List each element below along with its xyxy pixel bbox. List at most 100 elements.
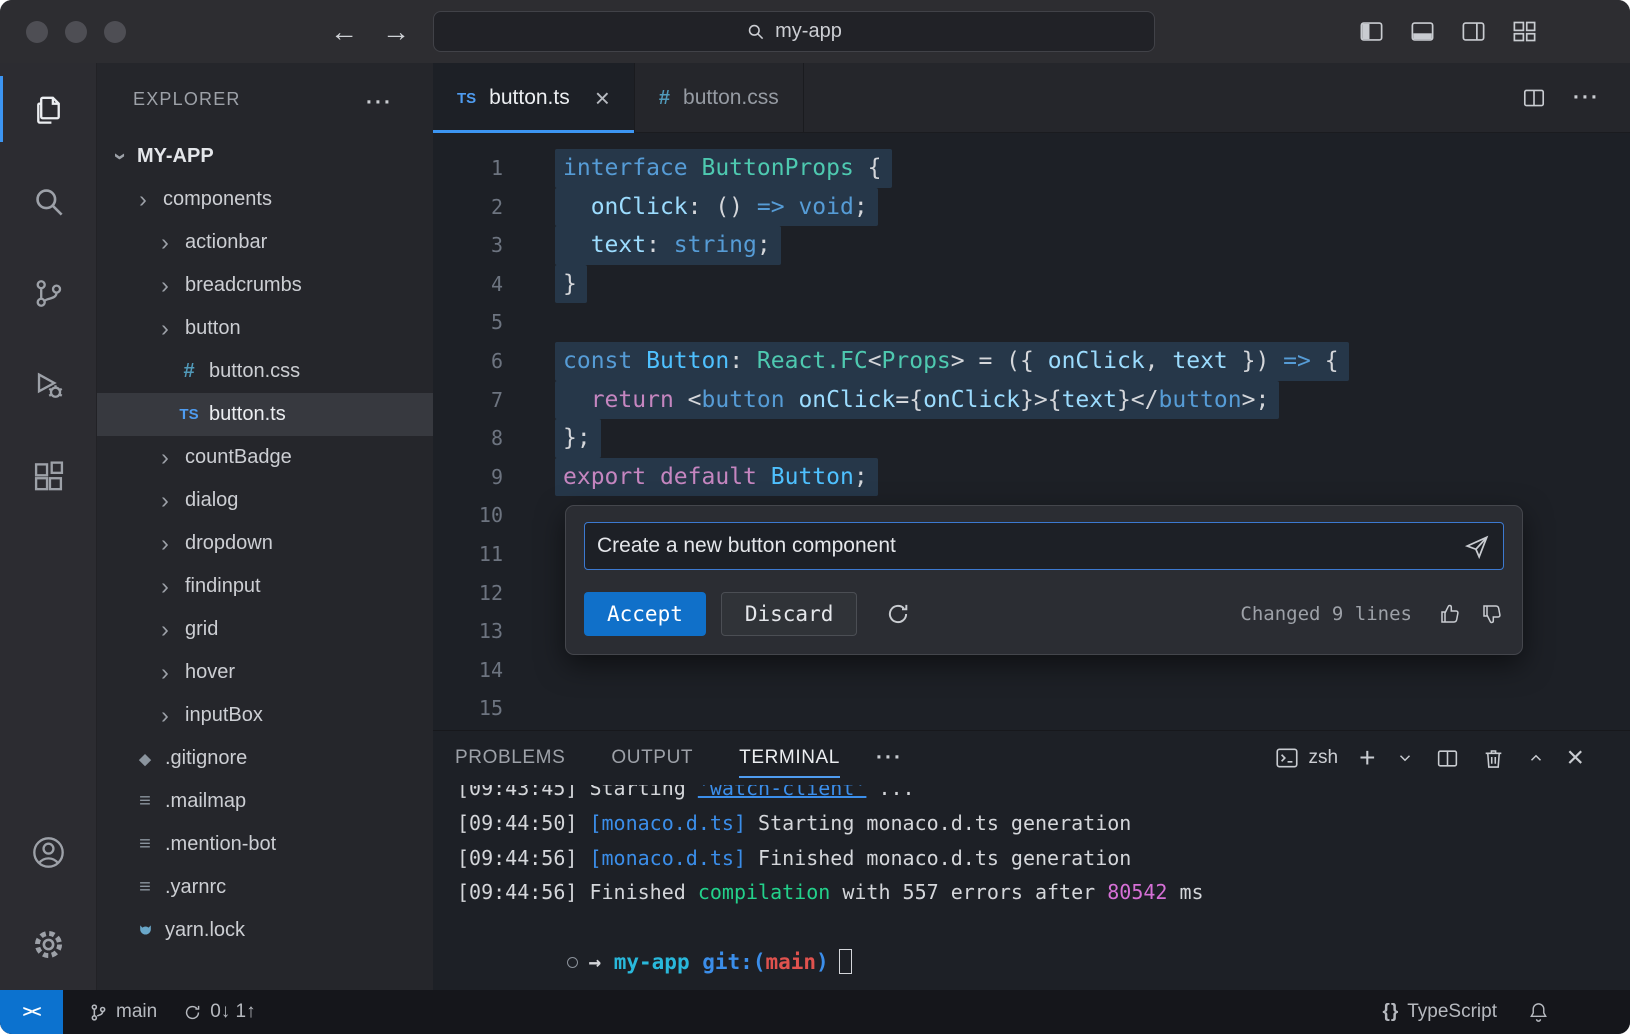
file-file-icon: ≡ [133,833,157,856]
toggle-primary-sidebar-icon[interactable] [1358,18,1385,45]
tree-root-my-app[interactable]: › MY-APP [97,135,433,178]
changed-lines-label: Changed 9 lines [1240,603,1412,625]
tree-item-.mailmap[interactable]: ≡.mailmap [97,780,433,823]
file-file-icon: ≡ [133,790,157,813]
inline-chat-input[interactable] [584,522,1504,570]
tree-item-components[interactable]: ›components [97,178,433,221]
search-icon [31,184,66,219]
sync-status-item[interactable]: 0↓ 1↑ [183,1001,255,1023]
kill-terminal-trash-icon[interactable] [1481,746,1506,771]
terminal-dropdown-icon[interactable] [1396,749,1414,767]
minimize-window-button[interactable] [65,21,87,43]
tree-item-breadcrumbs[interactable]: ›breadcrumbs [97,264,433,307]
shell-name-label[interactable]: zsh [1309,747,1339,769]
editor-tab-bar: TS button.ts × # button.css ··· [433,63,1630,133]
back-icon[interactable]: ← [330,16,358,48]
tree-item-.yarnrc[interactable]: ≡.yarnrc [97,866,433,909]
activity-accounts[interactable] [0,806,96,898]
panel-header: PROBLEMS OUTPUT TERMINAL ··· zsh + × [433,731,1630,785]
editor-more-actions-icon[interactable]: ··· [1573,86,1600,110]
code-line: 3 text: string; [433,226,1630,265]
tree-item-button.css[interactable]: #button.css [97,350,433,393]
maximize-panel-icon[interactable] [1527,749,1545,767]
toggle-secondary-sidebar-icon[interactable] [1460,18,1487,45]
tree-item-label: inputBox [185,704,263,727]
chevron-right-icon: › [155,704,175,727]
tree-item-findinput[interactable]: ›findinput [97,565,433,608]
tab-problems[interactable]: PROBLEMS [455,731,565,785]
chevron-right-icon: › [155,489,175,512]
tree-item-actionbar[interactable]: ›actionbar [97,221,433,264]
split-terminal-icon[interactable] [1435,746,1460,771]
remote-indicator[interactable]: >< [0,990,63,1034]
tree-item-.mention-bot[interactable]: ≡ .mention-bot [97,823,433,866]
zoom-window-button[interactable] [104,21,126,43]
tree-item-label: .yarnrc [165,876,226,899]
close-panel-icon[interactable]: × [1566,743,1584,773]
rerun-request-icon[interactable] [885,601,911,627]
tab-terminal[interactable]: TERMINAL [739,731,840,785]
activity-search[interactable] [0,155,96,247]
inline-chat-widget: Accept Discard Changed 9 lines [565,505,1523,655]
terminal-shell-icon [1274,745,1300,771]
tree-item-dialog[interactable]: ›dialog [97,479,433,522]
new-terminal-icon[interactable]: + [1359,744,1375,772]
discard-button[interactable]: Discard [721,592,858,636]
tree-item-grid[interactable]: ›grid [97,608,433,651]
title-bar: ← → my-app [0,0,1630,63]
tree-item-button.ts[interactable]: TSbutton.ts [97,393,433,436]
tab-button-ts[interactable]: TS button.ts × [433,63,635,133]
tree-item-dropdown[interactable]: ›dropdown [97,522,433,565]
run-debug-icon [31,368,66,403]
tree-item-hover[interactable]: ›hover [97,651,433,694]
tree-item-label: hover [185,661,235,684]
tree-item-button[interactable]: ›button [97,307,433,350]
activity-explorer[interactable] [0,63,96,155]
activity-settings[interactable] [0,898,96,990]
close-tab-icon[interactable]: × [595,85,610,111]
tree-item-yarn.lock[interactable]: yarn.lock [97,909,433,952]
customize-layout-icon[interactable] [1511,18,1538,45]
notifications-bell-icon[interactable] [1527,1001,1550,1024]
thumbs-down-icon[interactable] [1480,602,1504,626]
explorer-more-actions-icon[interactable]: ··· [366,91,393,115]
accept-button[interactable]: Accept [584,592,706,636]
code-editor[interactable]: 1interface ButtonProps {2 onClick: () =>… [433,133,1630,730]
terminal-output: [09:43:45] Starting 'watch-client' ...[0… [457,785,1630,910]
activity-source-control[interactable] [0,247,96,339]
tree-item-label: grid [185,618,218,641]
tab-output[interactable]: OUTPUT [611,731,693,785]
tree-item-inputBox[interactable]: › inputBox [97,694,433,737]
command-center[interactable]: my-app [433,11,1155,52]
code-line: 4} [433,265,1630,304]
tab-button-css[interactable]: # button.css [635,63,804,133]
tree-item-label: .mention-bot [165,833,276,856]
search-icon [746,22,765,41]
terminal-prompt: → my-app git:(main) [457,910,1630,990]
toggle-panel-icon[interactable] [1409,18,1436,45]
terminal-cursor [839,949,852,974]
files-icon [31,92,66,127]
chevron-right-icon: › [155,317,175,340]
forward-icon[interactable]: → [382,16,410,48]
language-mode-item[interactable]: {} TypeScript [1382,1001,1497,1023]
activity-run-debug[interactable] [0,339,96,431]
activity-extensions[interactable] [0,431,96,523]
tree-item-.gitignore[interactable]: ◆.gitignore [97,737,433,780]
branch-status-item[interactable]: main [89,1001,157,1023]
send-icon[interactable] [1464,533,1490,559]
tree-item-countBadge[interactable]: ›countBadge [97,436,433,479]
code-line: 15 [433,689,1630,728]
close-window-button[interactable] [26,21,48,43]
terminal-view[interactable]: [09:43:45] Starting 'watch-client' ...[0… [433,785,1630,990]
ts-file-icon: TS [457,90,476,107]
split-editor-icon[interactable] [1521,85,1547,111]
panel-more-actions-icon[interactable]: ··· [876,746,903,770]
tree-item-label: dropdown [185,532,273,555]
activity-bar [0,63,97,990]
thumbs-up-icon[interactable] [1438,602,1462,626]
extensions-icon [31,460,66,495]
chevron-right-icon: › [155,274,175,297]
tab-label: button.css [683,86,779,110]
window-controls [26,21,126,43]
